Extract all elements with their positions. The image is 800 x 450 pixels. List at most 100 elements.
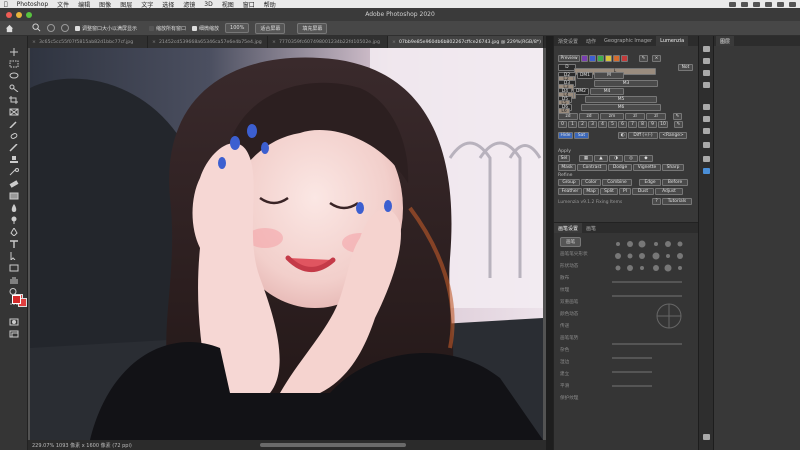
close-tab-icon[interactable]: × xyxy=(152,40,156,45)
vignette-button[interactable]: Vignette xyxy=(633,164,661,171)
zone-m4-button[interactable]: M4 xyxy=(590,88,624,95)
color-button[interactable]: Color xyxy=(581,179,601,186)
sel-button[interactable]: Sel xyxy=(558,155,570,162)
zone-m3-button[interactable]: M3 xyxy=(594,80,658,87)
brush-angle-dial[interactable] xyxy=(654,301,684,331)
num-8-button[interactable]: 8 xyxy=(638,121,647,128)
scrubby-zoom-checkbox[interactable]: 细微缩放 xyxy=(192,25,219,32)
swatch-purple[interactable] xyxy=(581,55,588,62)
pi-button[interactable]: PI xyxy=(619,188,631,195)
zoom-window-button[interactable] xyxy=(26,12,32,18)
clone-stamp-tool-icon[interactable] xyxy=(9,156,19,164)
num-1-button[interactable]: 1 xyxy=(568,121,577,128)
dual-brush[interactable]: 双重画笔 xyxy=(560,299,578,305)
contrast-button[interactable]: Contrast xyxy=(577,164,607,171)
close-window-button[interactable] xyxy=(6,12,12,18)
split-button[interactable]: Split xyxy=(600,188,618,195)
apple-icon[interactable]:  xyxy=(4,1,8,8)
doc-tab-active[interactable]: × 07bb9e85e960db6b802267cffce26743.jpg @ … xyxy=(388,36,544,48)
feather-button[interactable]: Feather xyxy=(558,188,582,195)
doc-tab-3[interactable]: × 7770359fc607498001234b22fd10502e.jpg xyxy=(268,36,388,48)
brush-tip-shape[interactable]: 画笔笔尖形状 xyxy=(560,251,588,257)
zoom-all-windows-checkbox[interactable]: 缩放所有窗口 xyxy=(149,25,186,32)
status-icon-2[interactable] xyxy=(741,1,748,7)
tab-brush-settings[interactable]: 画笔设置 xyxy=(554,223,583,233)
libraries-panel-icon[interactable] xyxy=(703,82,710,88)
close-tab-icon[interactable]: × xyxy=(32,40,36,45)
hardness-slider[interactable] xyxy=(612,357,652,359)
quick-select-tool-icon[interactable] xyxy=(9,84,19,92)
zoom-100-button[interactable]: 100% xyxy=(225,23,250,33)
shape-dynamics[interactable]: 形状动态 xyxy=(560,263,578,269)
plugin-panel-icon[interactable] xyxy=(703,168,710,174)
preview-button[interactable]: Preview xyxy=(558,55,580,62)
mask-button[interactable]: Mask xyxy=(558,164,576,171)
hide-button[interactable]: Hide xyxy=(558,132,573,139)
doc-tab-1[interactable]: × 3c65c5cc55f07f5815ab82d1bbc77cf.jpg xyxy=(28,36,148,48)
brush-tool-icon[interactable] xyxy=(9,144,19,152)
num-4-button[interactable]: 4 xyxy=(598,121,607,128)
swatch-blue[interactable] xyxy=(589,55,596,62)
eyedropper-icon[interactable]: ✎ xyxy=(639,55,648,62)
healing-brush-tool-icon[interactable] xyxy=(9,132,19,140)
menu-app[interactable]: Photoshop xyxy=(17,1,49,8)
zone-zd-button[interactable]: zd xyxy=(558,113,578,120)
fit-screen-button[interactable]: 适合屏幕 xyxy=(255,22,286,34)
marquee-tool-icon[interactable] xyxy=(9,60,19,68)
portrait-photo[interactable] xyxy=(30,48,543,440)
roundness-slider[interactable] xyxy=(612,371,652,373)
num-7-button[interactable]: 7 xyxy=(628,121,637,128)
swatch-green[interactable] xyxy=(597,55,604,62)
doc-tab-2[interactable]: × 21452cd539668a65346ca57e6e4b75e4.jpg xyxy=(148,36,268,48)
zoom-in-icon[interactable] xyxy=(47,24,55,32)
picker-icon[interactable]: ✎ xyxy=(673,113,682,120)
num-0-button[interactable]: 0 xyxy=(558,121,567,128)
pen-tool-icon[interactable] xyxy=(9,228,19,236)
vignette-icon[interactable]: ◎ xyxy=(624,155,638,162)
control-center-icon[interactable] xyxy=(789,1,796,7)
minimize-window-button[interactable] xyxy=(16,12,22,18)
eyedropper-tool-icon[interactable] xyxy=(9,120,19,128)
dodge-button[interactable]: Dodge xyxy=(608,164,632,171)
brushes-panel-icon[interactable] xyxy=(703,104,710,110)
brush-presets-grid[interactable] xyxy=(612,239,692,299)
sharpen-icon[interactable]: ◆ xyxy=(639,155,653,162)
tutorials-button[interactable]: Tutorials xyxy=(662,198,692,205)
close-tab-icon[interactable]: × xyxy=(272,40,276,45)
tab-layers[interactable]: 图层 xyxy=(716,36,735,46)
rectangle-tool-icon[interactable] xyxy=(9,264,19,272)
angle-slider[interactable] xyxy=(612,295,682,297)
curves-icon[interactable]: ▦ xyxy=(579,155,593,162)
protect-texture[interactable]: 保护纹理 xyxy=(560,395,578,401)
tab-brushes[interactable]: 画笔 xyxy=(582,225,600,232)
zone-m5-button[interactable]: M5 xyxy=(585,96,657,103)
swatches-panel-icon[interactable] xyxy=(703,128,710,134)
horizontal-scrollbar[interactable] xyxy=(260,443,406,447)
group-button[interactable]: Group xyxy=(558,179,580,186)
diff-button[interactable]: Diff (+/-) xyxy=(628,132,658,139)
swatch-yellow[interactable] xyxy=(605,55,612,62)
fill-screen-button[interactable]: 填充屏幕 xyxy=(297,22,328,34)
channels-panel-icon[interactable] xyxy=(703,156,710,162)
noise[interactable]: 杂色 xyxy=(560,347,569,353)
num-3-button[interactable]: 3 xyxy=(588,121,597,128)
home-icon[interactable] xyxy=(5,24,14,35)
flip-slider[interactable] xyxy=(612,385,652,387)
map-button[interactable]: Map xyxy=(583,188,599,195)
tab-lumenzia[interactable]: Lumenzia xyxy=(656,36,689,46)
zone-zl2-button[interactable]: zl xyxy=(646,113,666,120)
levels-icon[interactable]: ▲ xyxy=(594,155,608,162)
gradient-tool-icon[interactable] xyxy=(9,192,19,200)
layers-panel-icon[interactable] xyxy=(703,142,710,148)
adjustments-panel-icon[interactable] xyxy=(703,70,710,76)
size-slider[interactable] xyxy=(612,281,682,283)
num-5-button[interactable]: 5 xyxy=(608,121,617,128)
swatch-orange[interactable] xyxy=(613,55,620,62)
zone-zm-button[interactable]: zm xyxy=(600,113,624,120)
zone-m-button[interactable]: M xyxy=(594,72,624,79)
crop-tool-icon[interactable] xyxy=(9,96,19,104)
move-tool-icon[interactable] xyxy=(9,48,19,56)
smoothing[interactable]: 平滑 xyxy=(560,383,569,389)
sharp-button[interactable]: Sharp xyxy=(662,164,684,171)
brushes-button[interactable]: 画笔 xyxy=(560,237,582,247)
